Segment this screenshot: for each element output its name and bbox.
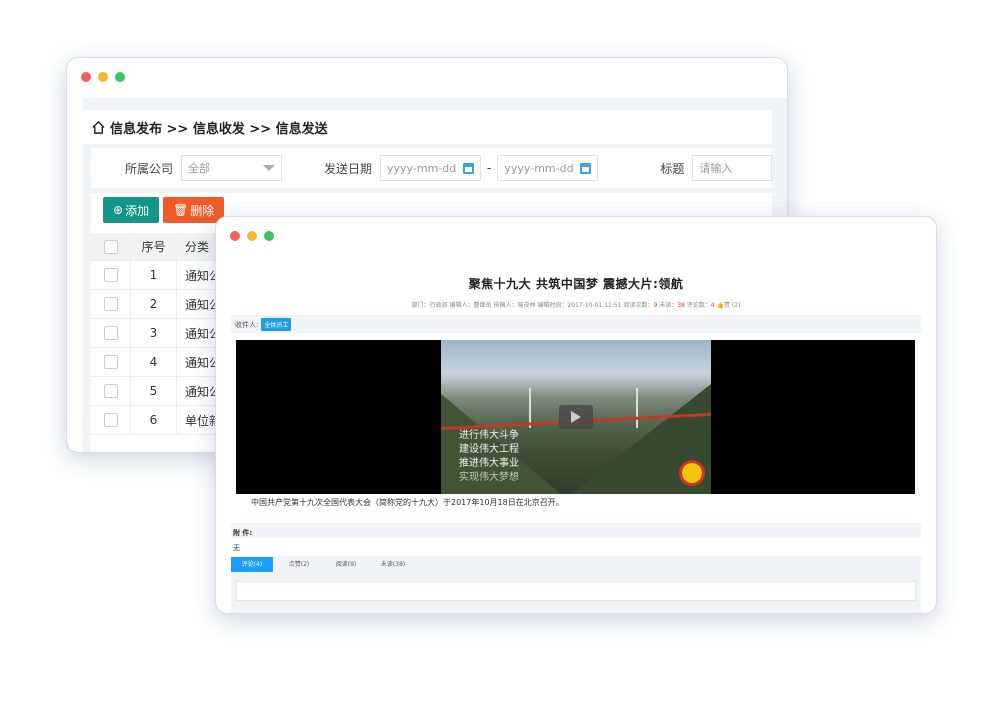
comments-count: 4: [710, 302, 715, 309]
delete-button-label: 删除: [190, 203, 215, 218]
date-to-input[interactable]: yyyy-mm-dd: [497, 155, 599, 181]
play-icon[interactable]: [559, 405, 593, 429]
trash-icon: 🗑: [173, 203, 189, 217]
breadcrumb: 信息发布 >> 信息收发 >> 信息发送: [83, 110, 772, 144]
video-player[interactable]: 进行伟大斗争 建设伟大工程 推进伟大事业 实现伟大梦想: [236, 340, 915, 494]
time-value: 2017-10-01 11:51: [567, 302, 622, 309]
plus-circle-icon: ⊕: [113, 203, 124, 217]
maximize-dot[interactable]: [264, 231, 274, 241]
party-logo: [679, 460, 705, 486]
title-input[interactable]: 请输入: [692, 155, 772, 181]
reviewer-label: 核稿人：: [493, 302, 518, 309]
time-label: 编辑时间：: [537, 302, 568, 309]
add-button-label: 添加: [125, 203, 150, 218]
recipients-label: 收件人:: [235, 320, 259, 329]
reviewer-value: 喻茂林: [517, 302, 536, 309]
video-text-line: 实现伟大梦想: [459, 472, 519, 483]
date-from-placeholder: yyyy-mm-dd: [387, 161, 457, 175]
video-frame: 进行伟大斗争 建设伟大工程 推进伟大事业 实现伟大梦想: [441, 340, 711, 494]
breadcrumb-text: 信息发布 >> 信息收发 >> 信息发送: [110, 121, 328, 137]
video-text-line: 进行伟大斗争: [459, 430, 519, 441]
row-checkbox[interactable]: [103, 384, 118, 398]
window-controls: [230, 231, 274, 241]
minimize-dot[interactable]: [98, 72, 108, 82]
comment-input[interactable]: [236, 581, 916, 601]
video-caption: 中国共产党第十九次全国代表大会（简称党的十九大）于2017年10月18日在北京召…: [251, 498, 564, 507]
col-header-no: 序号: [131, 233, 177, 260]
close-dot[interactable]: [81, 72, 91, 82]
recipients: 收件人: 全体员工: [235, 318, 292, 331]
tab-read[interactable]: 阅读(9): [325, 557, 367, 572]
interaction-tabs: 评论(4) 点赞(2) 阅读(9) 未读(38): [231, 557, 921, 572]
chevron-down-icon: [263, 165, 276, 171]
dept-value: 行政部: [429, 302, 448, 309]
article-content: 进行伟大斗争 建设伟大工程 推进伟大事业 实现伟大梦想 中国共产党第十九次全国代…: [231, 333, 921, 523]
tab-likes[interactable]: 点赞(2): [278, 557, 320, 572]
select-all-checkbox[interactable]: [103, 239, 118, 254]
window-controls: [81, 72, 125, 82]
company-select[interactable]: 全部: [181, 155, 283, 181]
recipient-tag: 全体员工: [261, 318, 292, 331]
row-no: 3: [131, 319, 177, 347]
article-meta: 部门：行政部 编辑人：曹继岳 核稿人：喻茂林 编辑时间：2017-10-01 1…: [231, 300, 921, 309]
thumbs-up-icon[interactable]: 👍: [717, 302, 724, 309]
row-checkbox[interactable]: [103, 297, 118, 311]
unread-label: 未读：: [659, 302, 678, 309]
calendar-icon[interactable]: [463, 162, 475, 174]
maximize-dot[interactable]: [115, 72, 125, 82]
row-no: 6: [131, 406, 177, 434]
title-label: 标题: [660, 161, 685, 176]
date-from-input[interactable]: yyyy-mm-dd: [380, 155, 482, 181]
date-to-placeholder: yyyy-mm-dd: [504, 161, 574, 175]
row-no: 2: [131, 290, 177, 318]
calendar-icon[interactable]: [580, 162, 592, 174]
row-checkbox[interactable]: [103, 268, 118, 282]
row-no: 1: [131, 261, 177, 289]
title-placeholder: 请输入: [699, 162, 733, 175]
company-label: 所属公司: [125, 161, 174, 176]
tab-comments[interactable]: 评论(4): [231, 557, 273, 572]
add-button[interactable]: ⊕ 添加: [103, 197, 160, 223]
editor-label: 编辑人：: [449, 302, 474, 309]
dept-label: 部门：: [411, 302, 430, 309]
attachments-value: 无: [231, 538, 921, 556]
editor-value: 曹继岳: [473, 302, 492, 309]
comments-label: 评论数：: [686, 302, 711, 309]
video-text-line: 推进伟大事业: [459, 458, 519, 469]
row-checkbox[interactable]: [103, 413, 118, 427]
attachments-label: 附 件:: [233, 529, 253, 537]
minimize-dot[interactable]: [247, 231, 257, 241]
unread-count: 38: [677, 302, 685, 309]
video-text-line: 建设伟大工程: [459, 444, 519, 455]
home-icon[interactable]: [91, 120, 106, 135]
article-title: 聚焦十九大 共筑中国梦 震撼大片:领航: [468, 277, 684, 291]
likes-count[interactable]: 赞 (2): [724, 302, 740, 309]
row-checkbox[interactable]: [103, 326, 118, 340]
row-no: 4: [131, 348, 177, 376]
date-label: 发送日期: [324, 161, 373, 176]
article-header: 聚焦十九大 共筑中国梦 震撼大片:领航 部门：行政部 编辑人：曹继岳 核稿人：喻…: [231, 265, 921, 315]
row-no: 5: [131, 377, 177, 405]
filter-bar: 所属公司 全部 发送日期 yyyy-mm-dd - yyyy-mm-dd 标题 …: [91, 148, 772, 188]
company-select-value: 全部: [188, 162, 211, 175]
row-checkbox[interactable]: [103, 355, 118, 369]
close-dot[interactable]: [230, 231, 240, 241]
read-count: 9: [653, 302, 658, 309]
article-detail-window: 聚焦十九大 共筑中国梦 震撼大片:领航 部门：行政部 编辑人：曹继岳 核稿人：喻…: [215, 216, 937, 614]
read-label: 阅读次数：: [623, 302, 654, 309]
date-separator: -: [487, 161, 492, 175]
tab-unread[interactable]: 未读(38): [372, 557, 414, 572]
delete-button[interactable]: 🗑 删除: [163, 197, 225, 223]
